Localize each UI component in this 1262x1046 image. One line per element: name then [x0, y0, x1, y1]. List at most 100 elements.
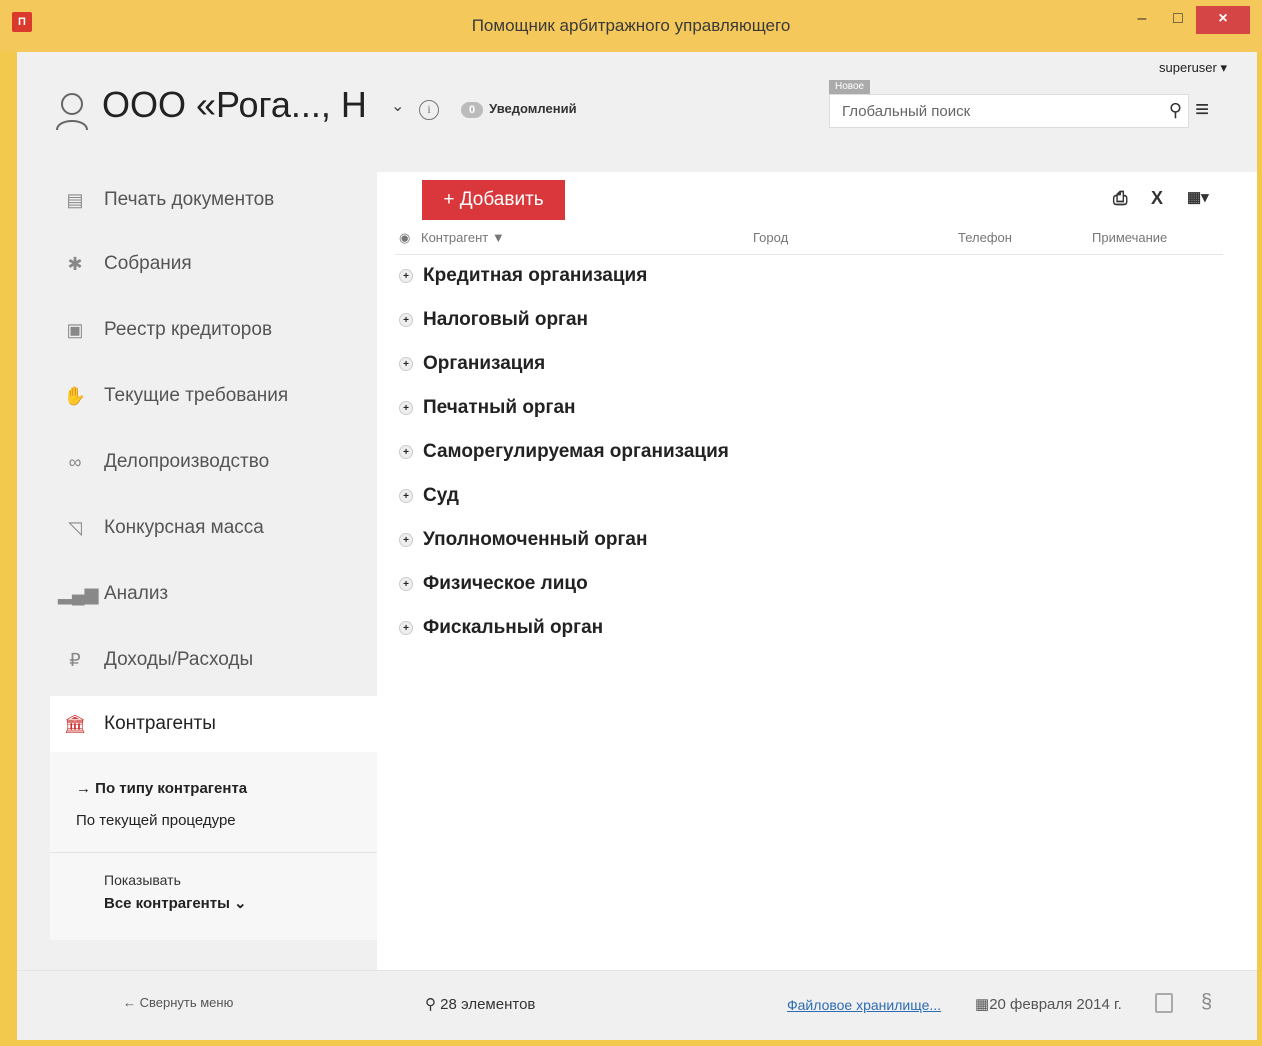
expand-icon[interactable]: + [399, 621, 413, 635]
maximize-button[interactable]: □ [1160, 6, 1196, 34]
sidebar-item-label: Контрагенты [104, 713, 216, 734]
sidebar-item-label: Печать документов [104, 189, 275, 210]
title-bar: П Помощник арбитражного управляющего – □… [0, 0, 1262, 52]
submenu-by-type[interactable]: → По типу контрагента [76, 780, 247, 797]
column-header-phone[interactable]: Телефон [958, 230, 1012, 245]
print-icon[interactable]: ⎙ [1113, 188, 1127, 209]
window-title: Помощник арбитражного управляющего [471, 16, 791, 35]
search-input[interactable] [830, 95, 1150, 127]
group-row[interactable]: + Печатный орган [399, 393, 575, 423]
notifications-count-badge: 0 [461, 102, 484, 118]
expand-icon[interactable]: + [399, 269, 413, 283]
group-row[interactable]: + Суд [399, 481, 459, 511]
sidebar-item-creditors-registry[interactable]: ▣ Реестр кредиторов [50, 300, 377, 360]
close-button[interactable]: × [1196, 6, 1250, 34]
group-label: Суд [423, 485, 459, 506]
expand-icon[interactable]: + [399, 489, 413, 503]
sidebar-item-bankruptcy-estate[interactable]: ◹ Конкурсная масса [50, 498, 377, 558]
group-row[interactable]: + Организация [399, 349, 545, 379]
minimize-button[interactable]: – [1124, 6, 1160, 34]
hand-icon: ✋ [63, 385, 87, 406]
date-label: 20 февраля 2014 г. [989, 996, 1122, 1013]
search-icon[interactable]: ⚲ [1169, 100, 1182, 121]
sidebar-item-print-documents[interactable]: ▤ Печать документов [50, 170, 377, 230]
divider [50, 852, 377, 853]
sidebar-item-analysis[interactable]: ▂▄▆ Анализ [50, 564, 377, 624]
group-label: Печатный орган [423, 397, 576, 418]
show-filter-dropdown[interactable]: Все контрагенты ⌄ [104, 894, 247, 912]
search-icon: ⚲ [425, 996, 441, 1013]
column-header-note[interactable]: Примечание [1092, 230, 1167, 245]
column-header-city[interactable]: Город [753, 230, 788, 245]
hamburger-menu-icon[interactable]: ≡ [1195, 96, 1209, 124]
submenu-by-procedure[interactable]: По текущей процедуре [76, 812, 236, 829]
expand-icon[interactable]: + [399, 533, 413, 547]
person-icon [56, 93, 88, 131]
group-row[interactable]: + Физическое лицо [399, 569, 588, 599]
paperclip-icon: ∞ [68, 451, 82, 472]
app-window: П Помощник арбитражного управляющего – □… [0, 0, 1262, 1046]
bar-chart-icon: ▂▄▆ [58, 583, 99, 604]
sidebar: ▤ Печать документов ✱ Собрания ▣ Реестр … [50, 170, 377, 970]
sidebar-item-meetings[interactable]: ✱ Собрания [50, 234, 377, 294]
sidebar-item-label: Анализ [104, 583, 169, 604]
global-search: ⚲ [829, 94, 1189, 128]
excel-export-icon[interactable]: X [1151, 188, 1163, 209]
group-label: Фискальный орган [423, 617, 604, 638]
law-section-icon[interactable]: § [1201, 991, 1212, 1014]
group-label: Налоговый орган [423, 309, 589, 330]
file-storage-link[interactable]: Файловое хранилище... [787, 997, 941, 1013]
id-card-icon: ▣ [66, 319, 84, 340]
column-header-counterparty[interactable]: Контрагент ▼ [421, 230, 505, 245]
chevron-down-icon[interactable]: ⌄ [391, 96, 404, 116]
status-bar: ← Свернуть меню ⚲ 28 элементов Файловое … [17, 970, 1257, 1040]
group-label: Физическое лицо [423, 573, 588, 594]
header: superuser ▾ ООО «Рога..., Н ⌄ i 0 Уведомл… [17, 52, 1257, 170]
notifications-label: Уведомлений [489, 101, 577, 116]
sidebar-item-counterparties[interactable]: 🏛 Контрагенты [50, 696, 377, 752]
expand-icon[interactable]: + [399, 357, 413, 371]
calculator-icon[interactable] [1155, 993, 1173, 1013]
collapse-menu-button[interactable]: ← Свернуть меню [123, 995, 233, 1010]
info-icon[interactable]: i [419, 100, 439, 120]
items-count: ⚲ 28 элементов [425, 995, 535, 1013]
user-menu[interactable]: superuser ▾ [1159, 60, 1227, 76]
columns-settings-icon[interactable]: ▦▾ [1187, 188, 1209, 206]
expand-all-icon[interactable]: ◉ [399, 230, 410, 246]
group-label: Кредитная организация [423, 265, 648, 286]
sidebar-item-label: Доходы/Расходы [104, 649, 254, 670]
expand-icon[interactable]: + [399, 577, 413, 591]
sidebar-item-label: Собрания [104, 253, 192, 274]
group-row[interactable]: + Уполномоченный орган [399, 525, 647, 555]
sidebar-item-label: Делопроизводство [104, 451, 270, 472]
sidebar-item-current-claims[interactable]: ✋ Текущие требования [50, 366, 377, 426]
ruble-icon: ₽ [69, 649, 81, 670]
group-row[interactable]: + Саморегулируемая организация [399, 437, 729, 467]
expand-icon[interactable]: + [399, 401, 413, 415]
sidebar-item-label: Текущие требования [104, 385, 289, 406]
expand-icon[interactable]: + [399, 313, 413, 327]
main-content: + Добавить ⎙ X ▦▾ ◉ Контрагент ▼ Город Т… [377, 172, 1257, 970]
organization-name[interactable]: ООО «Рога..., Н [102, 84, 367, 126]
group-row[interactable]: + Налоговый орган [399, 305, 588, 335]
document-icon: ▤ [66, 189, 84, 210]
group-label: Саморегулируемая организация [423, 441, 729, 462]
group-label: Организация [423, 353, 546, 374]
items-count-label: 28 элементов [440, 996, 536, 1013]
sidebar-item-income-expenses[interactable]: ₽ Доходы/Расходы [50, 630, 377, 690]
notifications[interactable]: 0 Уведомлений [461, 101, 577, 118]
add-button[interactable]: + Добавить [422, 180, 565, 220]
calendar-icon: ▦ [975, 996, 990, 1013]
current-date[interactable]: ▦20 февраля 2014 г. [975, 995, 1122, 1013]
group-label: Уполномоченный орган [423, 529, 648, 550]
basket-icon: ◹ [68, 517, 82, 538]
show-filter-label: Показывать [104, 872, 181, 888]
handshake-icon: ✱ [67, 253, 83, 274]
bank-icon: 🏛 [63, 713, 87, 734]
new-badge: Новое [829, 80, 871, 94]
expand-icon[interactable]: + [399, 445, 413, 459]
group-row[interactable]: + Фискальный орган [399, 613, 603, 643]
sidebar-item-records[interactable]: ∞ Делопроизводство [50, 432, 377, 492]
sidebar-item-label: Конкурсная масса [104, 517, 264, 538]
group-row[interactable]: + Кредитная организация [399, 261, 647, 291]
